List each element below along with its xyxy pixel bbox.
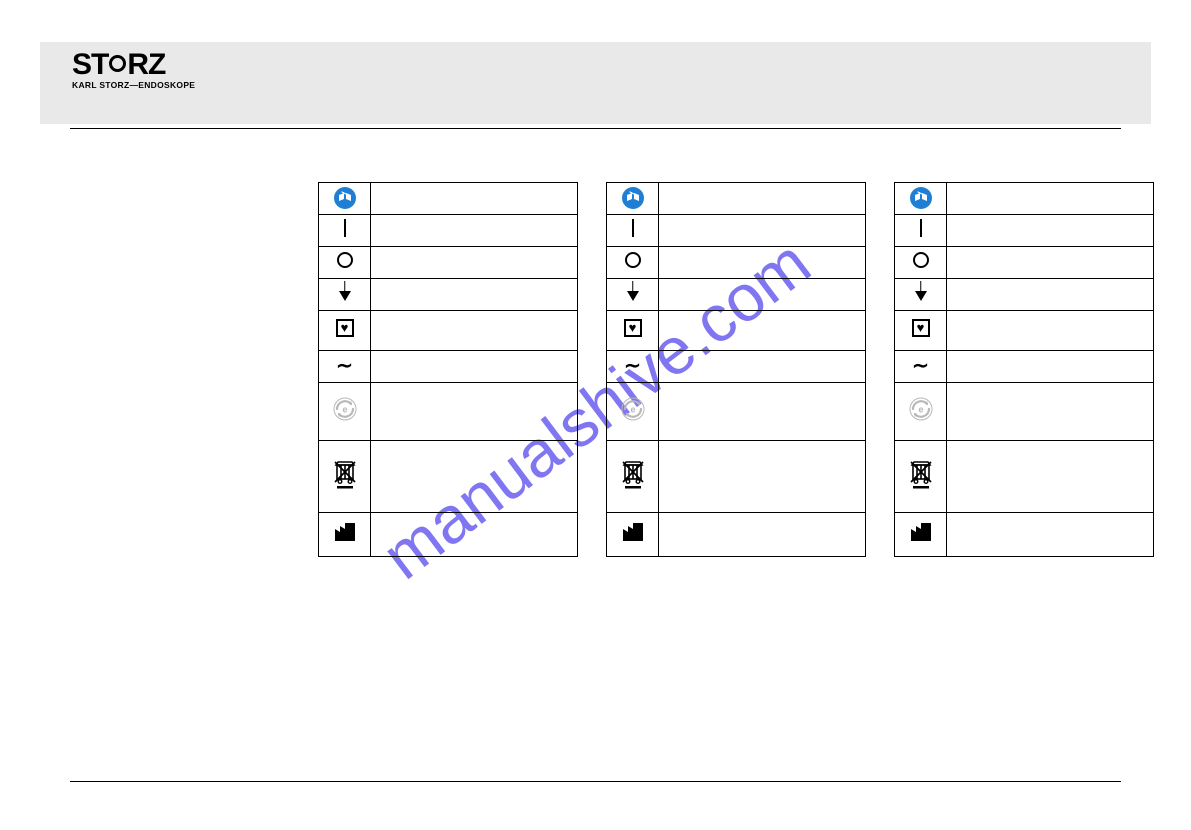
cell-desc bbox=[947, 279, 1154, 311]
cell-desc bbox=[947, 513, 1154, 557]
weee-bin-icon bbox=[908, 459, 934, 489]
cell-desc bbox=[371, 215, 578, 247]
cell-desc bbox=[947, 383, 1154, 441]
cell-desc bbox=[947, 247, 1154, 279]
cell-desc bbox=[947, 183, 1154, 215]
power-on-icon bbox=[632, 219, 634, 237]
symbol-table-2: ∼ e bbox=[606, 182, 866, 557]
equipotential-icon bbox=[338, 281, 352, 303]
cell-desc bbox=[659, 351, 866, 383]
header-rule bbox=[70, 128, 1121, 129]
cell-desc bbox=[371, 311, 578, 351]
cell-desc bbox=[659, 215, 866, 247]
svg-text:e: e bbox=[630, 405, 635, 415]
type-cf-icon bbox=[912, 319, 930, 337]
manufacturer-icon bbox=[622, 522, 644, 542]
power-on-icon bbox=[344, 219, 346, 237]
weee-bin-icon bbox=[332, 459, 358, 489]
e-recycle-icon: e bbox=[333, 397, 357, 421]
ac-icon: ∼ bbox=[912, 355, 929, 377]
power-on-icon bbox=[920, 219, 922, 237]
cell-desc bbox=[371, 247, 578, 279]
cell-desc bbox=[371, 383, 578, 441]
type-cf-icon bbox=[624, 319, 642, 337]
power-off-icon bbox=[625, 252, 641, 268]
manufacturer-icon bbox=[334, 522, 356, 542]
svg-text:e: e bbox=[918, 405, 923, 415]
ac-icon: ∼ bbox=[624, 355, 641, 377]
equipotential-icon bbox=[914, 281, 928, 303]
cell-desc bbox=[659, 279, 866, 311]
cell-desc bbox=[371, 513, 578, 557]
header-band bbox=[40, 42, 1151, 124]
e-recycle-icon: e bbox=[621, 397, 645, 421]
cell-desc bbox=[371, 441, 578, 513]
footer-rule bbox=[70, 781, 1121, 782]
cell-desc bbox=[659, 183, 866, 215]
weee-bin-icon bbox=[620, 459, 646, 489]
symbol-table-3: ∼ e bbox=[894, 182, 1154, 557]
cell-desc bbox=[659, 513, 866, 557]
type-cf-icon bbox=[336, 319, 354, 337]
cell-desc bbox=[659, 311, 866, 351]
read-manual-icon bbox=[622, 187, 644, 209]
equipotential-icon bbox=[626, 281, 640, 303]
cell-desc bbox=[947, 215, 1154, 247]
cell-desc bbox=[659, 383, 866, 441]
e-recycle-icon: e bbox=[909, 397, 933, 421]
cell-desc bbox=[371, 351, 578, 383]
power-off-icon bbox=[337, 252, 353, 268]
cell-desc bbox=[947, 351, 1154, 383]
ac-icon: ∼ bbox=[336, 355, 353, 377]
brand-logo: STRZ KARL STORZ—ENDOSKOPE bbox=[72, 48, 195, 90]
manufacturer-icon bbox=[910, 522, 932, 542]
cell-desc bbox=[947, 441, 1154, 513]
read-manual-icon bbox=[334, 187, 356, 209]
cell-desc bbox=[659, 247, 866, 279]
cell-desc bbox=[371, 183, 578, 215]
cell-desc bbox=[947, 311, 1154, 351]
symbol-tables: ∼ e ∼ e ∼ e bbox=[318, 182, 1154, 557]
svg-text:e: e bbox=[342, 405, 347, 415]
cell-desc bbox=[371, 279, 578, 311]
cell-desc bbox=[659, 441, 866, 513]
power-off-icon bbox=[913, 252, 929, 268]
read-manual-icon bbox=[910, 187, 932, 209]
brand-tagline: KARL STORZ—ENDOSKOPE bbox=[72, 80, 195, 90]
symbol-table-1: ∼ e bbox=[318, 182, 578, 557]
